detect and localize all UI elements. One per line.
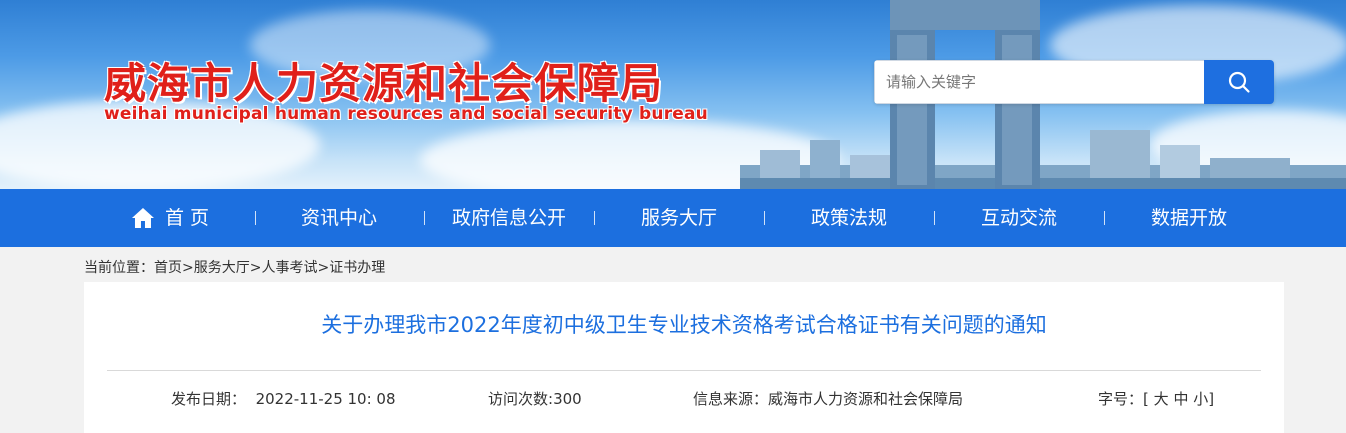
breadcrumb-link-home[interactable]: 首页 <box>154 260 182 276</box>
nav-item-label: 政策法规 <box>810 207 888 229</box>
font-size-switcher: 字号：[ 大 中 小] <box>1098 388 1214 409</box>
font-size-bracket: ] <box>1208 390 1215 408</box>
breadcrumb-link-service-hall[interactable]: 服务大厅 <box>194 260 250 276</box>
nav-item-label: 互动交流 <box>980 207 1058 229</box>
info-source-value: 威海市人力资源和社会保障局 <box>768 390 964 408</box>
font-size-label: 字号： <box>1098 390 1144 408</box>
main-nav: 首 页 资讯中心 政府信息公开 服务大厅 政策法规 互动交流 数据开放 <box>0 189 1346 247</box>
nav-item-label: 资讯中心 <box>300 207 378 229</box>
nav-item-label: 数据开放 <box>1150 207 1228 229</box>
breadcrumb-link-certificates[interactable]: 证书办理 <box>329 260 385 276</box>
home-icon <box>131 208 154 228</box>
nav-item-label: 首 页 <box>164 207 210 229</box>
nav-separator <box>594 211 595 225</box>
visit-count: 访问次数:300 <box>488 388 582 409</box>
font-size-large-button[interactable]: 大 <box>1154 390 1169 408</box>
breadcrumb-separator: > <box>249 260 262 276</box>
nav-item-interaction[interactable]: 互动交流 <box>981 189 1057 247</box>
breadcrumb-separator: > <box>317 260 330 276</box>
nav-separator <box>1104 211 1105 225</box>
font-size-medium-button[interactable]: 中 <box>1173 390 1188 408</box>
visit-count-value: 300 <box>553 390 582 408</box>
site-title: 威海市人力资源和社会保障局 <box>104 59 664 108</box>
info-source-label: 信息来源： <box>693 390 769 408</box>
search-button[interactable] <box>1204 60 1274 104</box>
publish-date-value: 2022-11-25 10: 08 <box>255 390 396 408</box>
search-icon <box>1228 71 1250 93</box>
nav-item-news[interactable]: 资讯中心 <box>301 189 377 247</box>
publish-date-label: 发布日期： <box>171 390 247 408</box>
publish-date: 发布日期： 2022-11-25 10: 08 <box>171 388 396 409</box>
divider <box>107 370 1261 371</box>
nav-item-open-data[interactable]: 数据开放 <box>1151 189 1227 247</box>
header-banner: 威海市人力资源和社会保障局 weihai municipal human res… <box>0 0 1346 189</box>
nav-separator <box>424 211 425 225</box>
search-box <box>874 60 1274 104</box>
breadcrumb-link-exams[interactable]: 人事考试 <box>261 260 317 276</box>
article-panel: 关于办理我市2022年度初中级卫生专业技术资格考试合格证书有关问题的通知 发布日… <box>84 282 1284 433</box>
site-subtitle: weihai municipal human resources and soc… <box>104 104 708 124</box>
nav-item-policy[interactable]: 政策法规 <box>811 189 887 247</box>
breadcrumb: 当前位置：首页>服务大厅>人事考试>证书办理 <box>84 257 385 277</box>
nav-item-service-hall[interactable]: 服务大厅 <box>641 189 717 247</box>
info-source: 信息来源：威海市人力资源和社会保障局 <box>693 388 963 409</box>
nav-separator <box>934 211 935 225</box>
nav-separator <box>255 211 256 225</box>
nav-item-label: 服务大厅 <box>640 207 718 229</box>
visit-count-label: 访问次数: <box>488 390 554 408</box>
search-input[interactable] <box>874 60 1204 104</box>
breadcrumb-prefix: 当前位置： <box>84 260 154 276</box>
nav-item-label: 政府信息公开 <box>451 207 567 229</box>
nav-separator <box>764 211 765 225</box>
font-size-small-button[interactable]: 小 <box>1193 390 1208 408</box>
breadcrumb-separator: > <box>182 260 194 276</box>
nav-item-gov-info[interactable]: 政府信息公开 <box>452 189 566 247</box>
nav-item-home[interactable]: 首 页 <box>131 189 209 247</box>
article-title: 关于办理我市2022年度初中级卫生专业技术资格考试合格证书有关问题的通知 <box>321 313 1047 337</box>
font-size-bracket: [ <box>1143 390 1149 408</box>
